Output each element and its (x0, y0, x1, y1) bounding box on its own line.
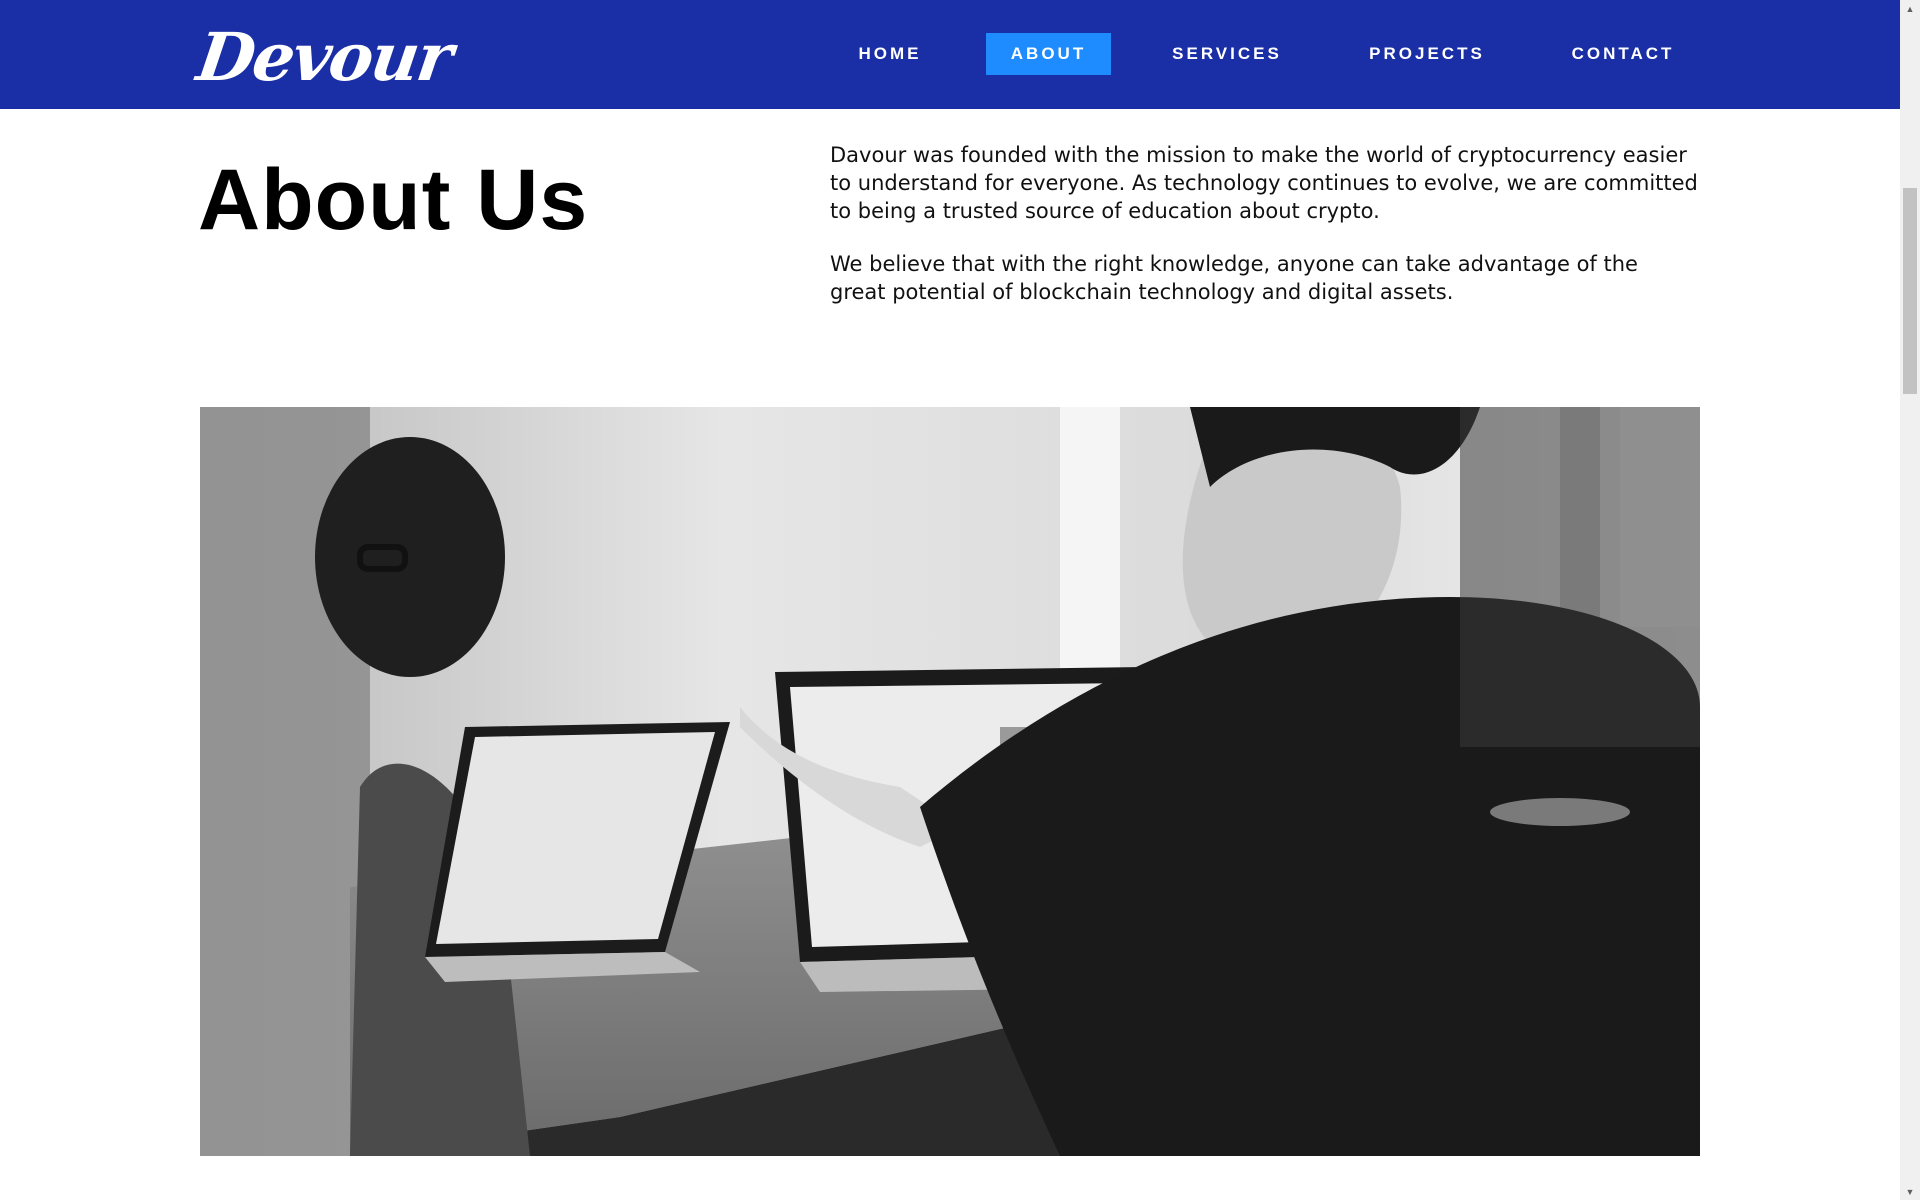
scrollbar-thumb[interactable] (1903, 188, 1917, 394)
vertical-scrollbar[interactable]: ▲ ▼ (1900, 0, 1920, 1200)
nav-projects-link[interactable]: PROJECTS (1360, 33, 1494, 75)
site-header: Devour HOME ABOUT SERVICES PROJECTS CONT… (0, 0, 1900, 109)
about-paragraph-1: Davour was founded with the mission to m… (830, 143, 1698, 223)
nav-about-link[interactable]: ABOUT (986, 33, 1111, 75)
team-photo (200, 407, 1700, 1156)
about-paragraph-2: We believe that with the right knowledge… (830, 252, 1638, 304)
chevron-down-icon[interactable]: ▼ (1900, 1183, 1920, 1200)
nav-services-link[interactable]: SERVICES (1160, 33, 1294, 75)
nav-contact-link[interactable]: CONTACT (1565, 33, 1681, 75)
page-title: About Us (198, 152, 589, 248)
page: Devour HOME ABOUT SERVICES PROJECTS CONT… (0, 0, 1900, 1200)
about-description: Davour was founded with the mission to m… (830, 141, 1700, 331)
nav-home-link[interactable]: HOME (844, 33, 936, 75)
main-nav: HOME ABOUT SERVICES PROJECTS CONTACT (0, 0, 1900, 109)
chevron-up-icon[interactable]: ▲ (1900, 0, 1920, 17)
